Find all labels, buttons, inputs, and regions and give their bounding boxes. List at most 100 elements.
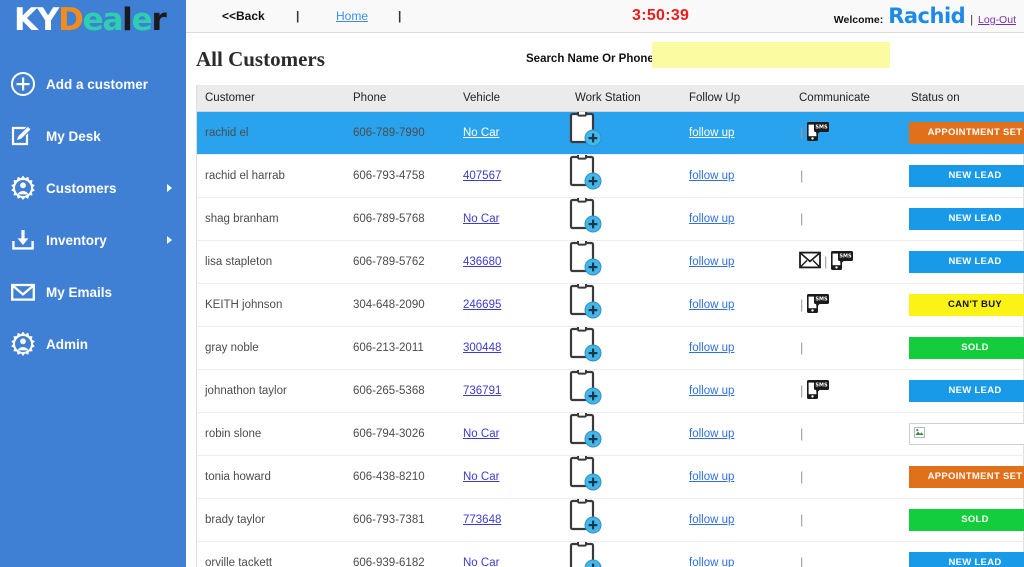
work-station-clipboard-icon[interactable] — [567, 412, 602, 454]
cell-communicate[interactable]: | SMS — [791, 111, 903, 155]
status-badge[interactable]: NEW LEAD — [909, 379, 1024, 402]
cell-work-station[interactable] — [567, 412, 681, 456]
cell-work-station[interactable] — [567, 111, 681, 155]
cell-vehicle[interactable]: No Car — [455, 455, 567, 499]
table-row[interactable]: johnathon taylor 606-265-5368 736791 follow… — [197, 369, 1024, 413]
table-row[interactable]: robin slone 606-794-3026 No Car follow up | — [197, 412, 1024, 456]
vehicle-link[interactable]: No Car — [463, 428, 499, 440]
cell-status[interactable]: CAN'T BUY — [903, 283, 1024, 327]
status-badge[interactable]: NEW LEAD — [909, 164, 1024, 187]
cell-status[interactable]: NEW LEAD — [903, 240, 1024, 284]
work-station-clipboard-icon[interactable] — [567, 541, 602, 567]
column-header-communicate[interactable]: Communicate — [791, 85, 903, 112]
work-station-clipboard-icon[interactable] — [567, 326, 602, 368]
cell-vehicle[interactable]: 407567 — [455, 154, 567, 198]
cell-customer-name[interactable]: lisa stapleton — [197, 240, 345, 284]
cell-vehicle[interactable]: 246695 — [455, 283, 567, 327]
status-badge[interactable]: NEW LEAD — [909, 207, 1024, 230]
follow-up-link[interactable]: follow up — [689, 385, 734, 397]
status-badge[interactable]: APPOINTMENT SET — [909, 121, 1024, 144]
status-badge[interactable]: SOLD — [909, 508, 1024, 531]
cell-customer-name[interactable]: brady taylor — [197, 498, 345, 542]
cell-communicate[interactable]: | SMS — [791, 369, 903, 413]
status-badge[interactable] — [909, 422, 1024, 445]
cell-customer-name[interactable]: shag branham — [197, 197, 345, 241]
work-station-clipboard-icon[interactable] — [567, 111, 602, 153]
follow-up-link[interactable]: follow up — [689, 557, 734, 567]
envelope-icon[interactable] — [799, 251, 821, 272]
home-link[interactable]: Home — [336, 9, 368, 23]
cell-status[interactable]: SOLD — [903, 498, 1024, 542]
cell-communicate[interactable]: | — [791, 412, 903, 456]
table-row[interactable]: lisa stapleton 606-789-5762 436680 follow u… — [197, 240, 1024, 284]
follow-up-link[interactable]: follow up — [689, 127, 734, 139]
status-badge[interactable]: NEW LEAD — [909, 250, 1024, 273]
follow-up-link[interactable]: follow up — [689, 170, 734, 182]
cell-status[interactable]: NEW LEAD — [903, 154, 1024, 198]
cell-customer-name[interactable]: orville tackett — [197, 541, 345, 567]
table-row[interactable]: tonia howard 606-438-8210 No Car follow up |… — [197, 455, 1024, 499]
cell-follow-up[interactable]: follow up — [681, 541, 791, 567]
log-out-link[interactable]: Log-Out — [978, 14, 1016, 26]
cell-communicate[interactable]: | — [791, 197, 903, 241]
back-link[interactable]: <<Back — [222, 9, 265, 23]
table-row[interactable]: shag branham 606-789-5768 No Car follow up |… — [197, 197, 1024, 241]
column-header-phone[interactable]: Phone — [345, 85, 455, 112]
cell-communicate[interactable]: | — [791, 326, 903, 370]
sidebar-item-admin[interactable]: Admin — [0, 318, 186, 370]
cell-communicate[interactable]: | — [791, 541, 903, 567]
column-header-vehicle[interactable]: Vehicle — [455, 85, 567, 112]
sms-icon[interactable]: SMS — [806, 292, 830, 317]
vehicle-link[interactable]: No Car — [463, 213, 499, 225]
cell-follow-up[interactable]: follow up — [681, 369, 791, 413]
table-row[interactable]: brady taylor 606-793-7381 773648 follow up |… — [197, 498, 1024, 542]
work-station-clipboard-icon[interactable] — [567, 154, 602, 196]
cell-work-station[interactable] — [567, 498, 681, 542]
cell-status[interactable]: APPOINTMENT SET — [903, 455, 1024, 499]
follow-up-link[interactable]: follow up — [689, 342, 734, 354]
cell-status[interactable]: NEW LEAD — [903, 541, 1024, 567]
cell-communicate[interactable]: | — [791, 154, 903, 198]
cell-work-station[interactable] — [567, 197, 681, 241]
table-row[interactable]: gray noble 606-213-2011 300448 follow up | SO… — [197, 326, 1024, 370]
table-row[interactable]: orville tackett 606-939-6182 No Car follow … — [197, 541, 1024, 567]
vehicle-link[interactable]: 407567 — [463, 170, 501, 182]
cell-follow-up[interactable]: follow up — [681, 326, 791, 370]
cell-work-station[interactable] — [567, 541, 681, 567]
cell-follow-up[interactable]: follow up — [681, 455, 791, 499]
sms-icon[interactable]: SMS — [806, 378, 830, 403]
cell-customer-name[interactable]: gray noble — [197, 326, 345, 370]
follow-up-link[interactable]: follow up — [689, 514, 734, 526]
cell-work-station[interactable] — [567, 455, 681, 499]
vehicle-link[interactable]: 436680 — [463, 256, 501, 268]
follow-up-link[interactable]: follow up — [689, 213, 734, 225]
cell-follow-up[interactable]: follow up — [681, 197, 791, 241]
column-header-follow-up[interactable]: Follow Up — [681, 85, 791, 112]
cell-follow-up[interactable]: follow up — [681, 154, 791, 198]
sidebar-item-my-emails[interactable]: My Emails — [0, 266, 186, 318]
column-header-status-on[interactable]: Status on — [903, 85, 1024, 112]
cell-customer-name[interactable]: johnathon taylor — [197, 369, 345, 413]
cell-vehicle[interactable]: 736791 — [455, 369, 567, 413]
cell-vehicle[interactable]: No Car — [455, 541, 567, 567]
cell-status[interactable]: SOLD — [903, 326, 1024, 370]
work-station-clipboard-icon[interactable] — [567, 283, 602, 325]
follow-up-link[interactable]: follow up — [689, 471, 734, 483]
cell-follow-up[interactable]: follow up — [681, 283, 791, 327]
work-station-clipboard-icon[interactable] — [567, 369, 602, 411]
table-row[interactable]: rachid el 606-789-7990 No Car follow up | SMS… — [197, 111, 1024, 155]
table-row[interactable]: KEITH johnson 304-648-2090 246695 follow up… — [197, 283, 1024, 327]
cell-status[interactable]: NEW LEAD — [903, 369, 1024, 413]
vehicle-link[interactable]: 300448 — [463, 342, 501, 354]
search-input[interactable] — [652, 42, 890, 68]
vehicle-link[interactable]: No Car — [463, 557, 499, 567]
cell-work-station[interactable] — [567, 326, 681, 370]
cell-status[interactable]: NEW LEAD — [903, 197, 1024, 241]
cell-vehicle[interactable]: No Car — [455, 412, 567, 456]
cell-work-station[interactable] — [567, 240, 681, 284]
status-badge[interactable]: SOLD — [909, 336, 1024, 359]
app-logo[interactable]: KY Dea l e r — [0, 0, 186, 40]
cell-customer-name[interactable]: tonia howard — [197, 455, 345, 499]
cell-communicate[interactable]: | SMS — [791, 240, 903, 284]
cell-follow-up[interactable]: follow up — [681, 498, 791, 542]
